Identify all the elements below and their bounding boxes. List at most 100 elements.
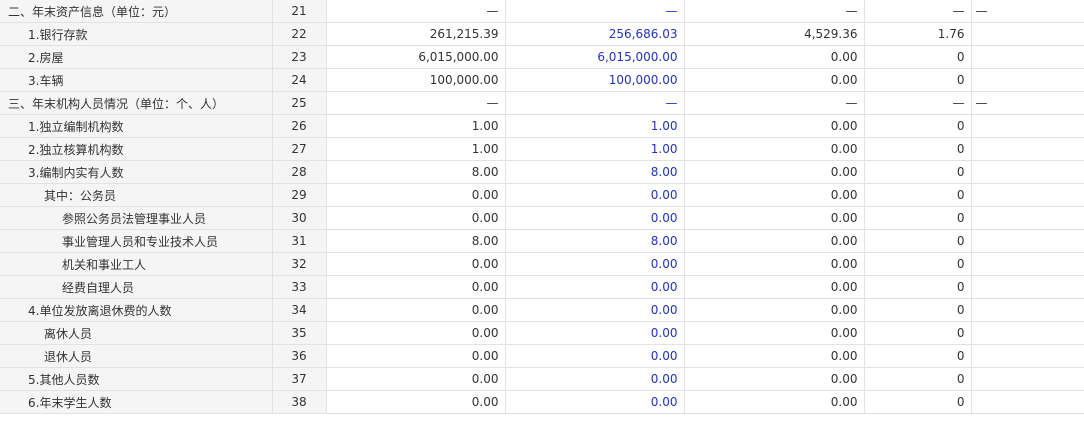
value-cell[interactable]: 0.00 [326,275,506,299]
value-cell[interactable] [971,252,1084,276]
value-cell-linked[interactable]: 0.00 [505,298,685,322]
value-cell[interactable]: — [971,91,1084,115]
value-cell-linked[interactable]: 0.00 [505,390,685,414]
value-cell[interactable]: 1.00 [326,137,506,161]
value-cell[interactable]: 0.00 [326,252,506,276]
value-cell[interactable]: 0 [864,229,972,253]
value-cell[interactable] [971,275,1084,299]
table-row: 二、年末资产信息（单位：元） 21— — — — — [0,0,1084,23]
value-cell-linked[interactable]: 8.00 [505,229,685,253]
value-cell[interactable]: 0 [864,114,972,138]
value-cell[interactable] [971,344,1084,368]
row-label: 6.年末学生人数 [0,390,273,414]
value-cell[interactable] [971,298,1084,322]
value-cell-linked[interactable]: 1.00 [505,137,685,161]
value-cell[interactable] [971,160,1084,184]
value-cell[interactable]: 100,000.00 [326,68,506,92]
row-label: 其中：公务员 [0,183,273,207]
value-cell[interactable] [971,45,1084,69]
value-cell[interactable] [971,206,1084,230]
value-cell-linked[interactable]: 6,015,000.00 [505,45,685,69]
value-cell-linked[interactable]: 0.00 [505,367,685,391]
value-cell[interactable]: 0.00 [684,367,865,391]
value-cell[interactable]: 0 [864,344,972,368]
value-cell[interactable]: 0 [864,137,972,161]
value-cell[interactable]: 6,015,000.00 [326,45,506,69]
value-cell[interactable]: 0.00 [684,321,865,345]
value-cell[interactable]: 0.00 [326,321,506,345]
value-cell-linked[interactable]: 1.00 [505,114,685,138]
table-row: 5.其他人员数 37 0.00 0.00 0.00 0 [0,367,1084,391]
value-cell-linked[interactable]: 0.00 [505,275,685,299]
table-row: 1.独立编制机构数 26 1.00 1.00 0.00 0 [0,114,1084,138]
value-cell[interactable]: 0.00 [684,229,865,253]
value-cell[interactable]: 261,215.39 [326,22,506,46]
value-cell[interactable]: 0 [864,252,972,276]
table-row: 离休人员 35 0.00 0.00 0.00 0 [0,321,1084,345]
value-cell[interactable]: — [326,91,506,115]
value-cell[interactable]: 0.00 [326,367,506,391]
value-cell[interactable]: 4,529.36 [684,22,865,46]
value-cell-linked[interactable]: — [505,91,685,115]
value-cell[interactable]: 0.00 [326,390,506,414]
value-cell[interactable]: — [684,0,865,23]
value-cell[interactable]: 0 [864,183,972,207]
value-cell-linked[interactable]: 0.00 [505,321,685,345]
value-cell[interactable]: 0 [864,206,972,230]
value-cell[interactable]: 0.00 [326,344,506,368]
value-cell[interactable]: — [971,0,1084,23]
value-cell[interactable]: 0.00 [684,137,865,161]
value-cell[interactable]: 8.00 [326,229,506,253]
value-cell[interactable]: 0.00 [326,206,506,230]
value-cell[interactable]: 0 [864,367,972,391]
value-cell[interactable]: 1.76 [864,22,972,46]
value-cell-linked[interactable]: 0.00 [505,183,685,207]
value-cell-linked[interactable]: 256,686.03 [505,22,685,46]
value-cell-linked[interactable]: — [505,0,685,23]
value-cell[interactable]: 0.00 [684,252,865,276]
value-cell[interactable]: 0.00 [326,298,506,322]
value-cell[interactable]: 0.00 [684,114,865,138]
value-cell[interactable]: 0.00 [684,206,865,230]
value-cell-linked[interactable]: 0.00 [505,344,685,368]
value-cell[interactable]: 1.00 [326,114,506,138]
value-cell-linked[interactable]: 0.00 [505,206,685,230]
value-cell[interactable]: 0.00 [326,183,506,207]
value-cell[interactable]: 0.00 [684,298,865,322]
value-cell[interactable]: 0 [864,390,972,414]
value-cell[interactable]: 0.00 [684,183,865,207]
table-row: 3.车辆 24 100,000.00 100,000.00 0.00 0 [0,68,1084,92]
value-cell-linked[interactable]: 8.00 [505,160,685,184]
value-cell[interactable]: 0.00 [684,344,865,368]
value-cell[interactable] [971,367,1084,391]
value-cell[interactable] [971,229,1084,253]
value-cell[interactable] [971,22,1084,46]
value-cell[interactable]: 0.00 [684,390,865,414]
value-cell[interactable]: 0 [864,298,972,322]
value-cell[interactable] [971,321,1084,345]
value-cell[interactable]: 0 [864,160,972,184]
value-cell[interactable] [971,390,1084,414]
value-cell[interactable]: 0.00 [684,68,865,92]
value-cell[interactable] [971,114,1084,138]
value-cell[interactable] [971,137,1084,161]
value-cell[interactable]: 0 [864,275,972,299]
value-cell[interactable]: — [864,91,972,115]
value-cell[interactable] [971,68,1084,92]
value-cell[interactable]: 8.00 [326,160,506,184]
value-cell-linked[interactable]: 0.00 [505,252,685,276]
value-cell[interactable]: — [326,0,506,23]
value-cell[interactable]: 0 [864,321,972,345]
value-cell[interactable]: 0.00 [684,275,865,299]
value-cell[interactable]: 0 [864,68,972,92]
value-cell[interactable] [971,183,1084,207]
value-cell[interactable]: — [684,91,865,115]
value-cell-linked[interactable]: 100,000.00 [505,68,685,92]
row-label: 参照公务员法管理事业人员 [0,206,273,230]
value-cell[interactable]: 0.00 [684,45,865,69]
value-cell[interactable]: — [864,0,972,23]
row-index: 27 [272,137,327,161]
row-label: 5.其他人员数 [0,367,273,391]
value-cell[interactable]: 0.00 [684,160,865,184]
value-cell[interactable]: 0 [864,45,972,69]
